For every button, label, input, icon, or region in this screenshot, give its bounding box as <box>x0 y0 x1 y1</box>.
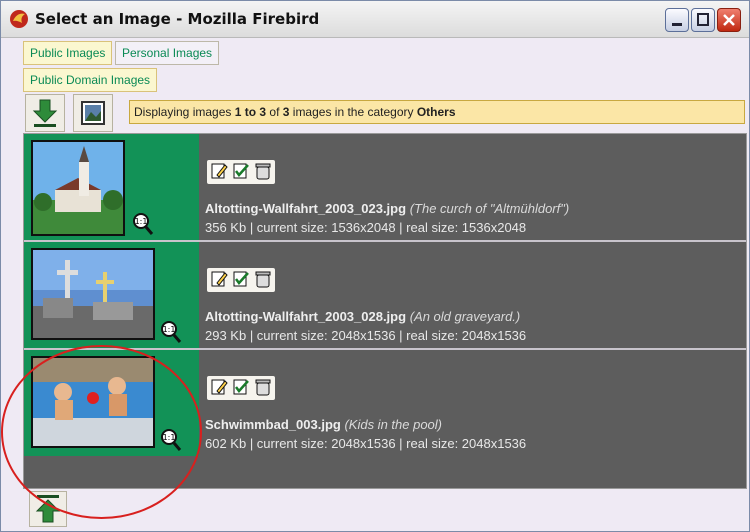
edit-icon[interactable] <box>209 161 229 181</box>
status-bar: Displaying images 1 to 3 of 3 images in … <box>129 100 745 124</box>
tab-public-domain-images[interactable]: Public Domain Images <box>23 68 158 92</box>
bottom-toolbar <box>23 487 745 527</box>
action-buttons <box>207 268 275 292</box>
image-filename-line: Altotting-Wallfahrt_2003_023.jpg (The cu… <box>205 201 569 216</box>
trash-icon[interactable] <box>253 377 273 397</box>
close-button[interactable] <box>717 8 741 32</box>
svg-text:1:1: 1:1 <box>163 433 176 442</box>
tab-personal-images[interactable]: Personal Images <box>115 41 220 65</box>
trash-icon[interactable] <box>253 161 273 181</box>
image-filename-line: Schwimmbad_003.jpg (Kids in the pool) <box>205 417 442 432</box>
maximize-icon <box>697 13 709 26</box>
image-caption: (An old graveyard.) <box>409 309 521 324</box>
status-range: 1 to 3 <box>234 105 267 119</box>
minimize-button[interactable] <box>665 8 689 32</box>
action-buttons <box>207 160 275 184</box>
list-item: 1:1 Altotting-Wallfahrt_2003_023.jpg (Th… <box>24 134 746 242</box>
status-prefix: Displaying images <box>134 105 235 119</box>
firebird-logo-icon <box>10 10 28 28</box>
toolbar: Displaying images 1 to 3 of 3 images in … <box>23 92 745 132</box>
image-filename: Schwimmbad_003.jpg <box>205 417 341 432</box>
status-mid: of <box>266 105 283 119</box>
thumbnail-cell: 1:1 <box>24 350 199 456</box>
image-list: 1:1 Altotting-Wallfahrt_2003_023.jpg (Th… <box>23 133 747 489</box>
status-category: Others <box>416 105 456 119</box>
graveyard-photo <box>33 250 153 338</box>
thumbnail-cell: 1:1 <box>24 134 199 240</box>
image-filename: Altotting-Wallfahrt_2003_023.jpg <box>205 201 407 216</box>
title-bar: Select an Image - Mozilla Firebird <box>1 1 749 38</box>
edit-icon[interactable] <box>209 269 229 289</box>
upload-icon <box>35 495 61 523</box>
thumbnail-image[interactable] <box>31 356 155 448</box>
picture-icon <box>81 101 105 125</box>
edit-icon[interactable] <box>209 377 229 397</box>
action-buttons <box>207 376 275 400</box>
image-filename-line: Altotting-Wallfahrt_2003_028.jpg (An old… <box>205 309 520 324</box>
edit-check-icon[interactable] <box>231 161 251 181</box>
download-button[interactable] <box>25 94 65 132</box>
upload-button[interactable] <box>29 491 67 527</box>
download-icon <box>32 99 58 127</box>
thumbnail-image[interactable] <box>31 248 155 340</box>
maximize-button[interactable] <box>691 8 715 32</box>
thumbnail-cell: 1:1 <box>24 242 199 348</box>
church-photo <box>33 142 123 234</box>
close-icon <box>723 14 735 26</box>
image-caption: (Kids in the pool) <box>344 417 443 432</box>
svg-text:1:1: 1:1 <box>135 217 148 226</box>
svg-text:1:1: 1:1 <box>163 325 176 334</box>
minimize-icon <box>672 23 682 26</box>
image-meta: 293 Kb | current size: 2048x1536 | real … <box>205 328 527 343</box>
thumbnail-image[interactable] <box>31 140 125 236</box>
zoom-icon[interactable]: 1:1 <box>132 212 154 236</box>
app-window: Select an Image - Mozilla Firebird Publi… <box>0 0 750 532</box>
tab-public-images[interactable]: Public Images <box>23 41 113 65</box>
list-item: 1:1 Altotting-Wallfahrt_2003_028.jpg (An… <box>24 242 746 350</box>
list-item: 1:1 Schwimmbad_003.jpg (Kids in the pool… <box>24 350 746 456</box>
zoom-icon[interactable]: 1:1 <box>160 320 182 344</box>
edit-check-icon[interactable] <box>231 377 251 397</box>
image-filename: Altotting-Wallfahrt_2003_028.jpg <box>205 309 407 324</box>
image-caption: (The curch of "Altmühldorf") <box>409 201 570 216</box>
window-title: Select an Image - Mozilla Firebird <box>35 10 320 28</box>
image-meta: 602 Kb | current size: 2048x1536 | real … <box>205 436 527 451</box>
edit-check-icon[interactable] <box>231 269 251 289</box>
picture-button[interactable] <box>73 94 113 132</box>
image-meta: 356 Kb | current size: 1536x2048 | real … <box>205 220 527 235</box>
status-cat-text: images in the category <box>289 105 417 119</box>
pool-photo <box>33 358 153 446</box>
zoom-icon[interactable]: 1:1 <box>160 428 182 452</box>
trash-icon[interactable] <box>253 269 273 289</box>
